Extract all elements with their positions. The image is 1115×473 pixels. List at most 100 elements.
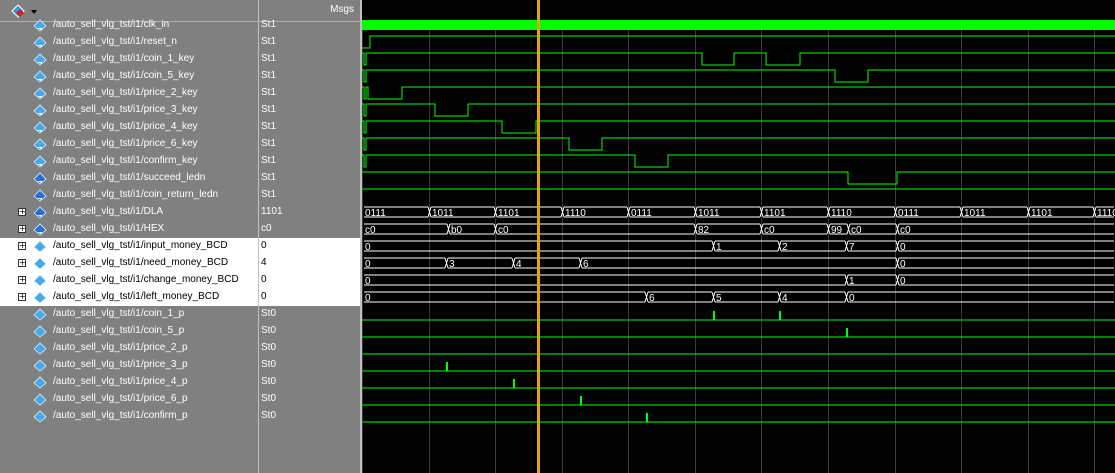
signal-name: /auto_sell_vlg_tst/i1/coin_5_key <box>53 70 195 81</box>
expand-icon[interactable]: + <box>18 259 26 267</box>
signal-row[interactable]: /auto_sell_vlg_tst/i1/coin_1_key <box>0 51 258 68</box>
signal-value: St1 <box>261 36 277 47</box>
waveform-pane[interactable]: 0111 1011 1101 1110 0111 1011 1101 1110 0111 1011… <box>362 0 1115 473</box>
expand-icon[interactable]: + <box>18 208 26 216</box>
signal-row[interactable]: /auto_sell_vlg_tst/i1/coin_5_p <box>0 323 258 340</box>
signal-name: /auto_sell_vlg_tst/i1/DLA <box>53 206 164 217</box>
internal-signal-icon <box>33 325 47 338</box>
signal-row[interactable]: /auto_sell_vlg_tst/i1/coin_1_p <box>0 306 258 323</box>
signal-value-row[interactable]: St0 <box>259 374 360 391</box>
output-signal-icon <box>33 189 47 202</box>
waveform-canvas[interactable]: 0111 1011 1101 1110 0111 1011 1101 1110 0111 1011… <box>362 0 1115 473</box>
signal-row[interactable]: /auto_sell_vlg_tst/i1/price_6_p <box>0 391 258 408</box>
pulse-mark <box>446 362 448 371</box>
expand-icon[interactable]: + <box>18 242 26 250</box>
signal-value-row[interactable]: 0 <box>259 289 360 306</box>
signal-row[interactable]: /auto_sell_vlg_tst/i1/price_4_key <box>0 119 258 136</box>
internal-signal-icon <box>33 274 47 287</box>
signal-row[interactable]: /auto_sell_vlg_tst/i1/coin_5_key <box>0 68 258 85</box>
internal-signal-icon <box>33 291 47 304</box>
expand-icon[interactable]: + <box>18 293 26 301</box>
signal-row[interactable]: /auto_sell_vlg_tst/i1/price_2_p <box>0 340 258 357</box>
signal-row[interactable]: /auto_sell_vlg_tst/i1/confirm_p <box>0 408 258 425</box>
internal-signal-icon <box>33 376 47 389</box>
signal-name: /auto_sell_vlg_tst/i1/coin_5_p <box>53 325 185 336</box>
hex-value-label: 82 <box>698 225 710 236</box>
signal-value-row[interactable]: St0 <box>259 323 360 340</box>
signal-name: /auto_sell_vlg_tst/i1/need_money_BCD <box>53 257 229 268</box>
internal-signal-icon <box>33 410 47 423</box>
signal-value: St1 <box>261 138 277 149</box>
signal-waveform <box>362 103 1115 117</box>
signal-row[interactable]: + /auto_sell_vlg_tst/i1/left_money_BCD <box>0 289 258 306</box>
signal-value-row[interactable]: 0 <box>259 238 360 255</box>
signal-row[interactable]: /auto_sell_vlg_tst/i1/succeed_ledn <box>0 170 258 187</box>
signal-value-row[interactable]: St0 <box>259 391 360 408</box>
signal-waveform <box>362 69 1115 83</box>
internal-signal-icon <box>33 308 47 321</box>
expand-icon[interactable]: + <box>18 276 26 284</box>
signal-value-row[interactable]: St1 <box>259 51 360 68</box>
signal-value-row[interactable]: St0 <box>259 340 360 357</box>
signal-value-row[interactable]: St1 <box>259 187 360 204</box>
pulse-mark <box>513 379 515 388</box>
signal-value-row[interactable]: 1101 <box>259 204 360 221</box>
signal-value-row[interactable]: St1 <box>259 34 360 51</box>
wave-toolbar-icon[interactable] <box>10 4 44 18</box>
signal-value-row[interactable]: St1 <box>259 102 360 119</box>
signal-value-row[interactable]: St1 <box>259 136 360 153</box>
msgs-label: Msgs <box>330 4 354 15</box>
signal-row[interactable]: /auto_sell_vlg_tst/i1/price_4_p <box>0 374 258 391</box>
hex-value-label: c0 <box>498 225 509 236</box>
hex-value-label: c0 <box>764 225 775 236</box>
signal-name: /auto_sell_vlg_tst/i1/left_money_BCD <box>53 291 220 302</box>
signal-name: /auto_sell_vlg_tst/i1/price_4_p <box>53 376 188 387</box>
signal-value-row[interactable]: St1 <box>259 153 360 170</box>
left-money-value-label: 0 <box>365 293 371 304</box>
signal-row[interactable]: /auto_sell_vlg_tst/i1/confirm_key <box>0 153 258 170</box>
internal-signal-icon <box>33 240 47 253</box>
signal-row[interactable]: + /auto_sell_vlg_tst/i1/need_money_BCD <box>0 255 258 272</box>
signal-row[interactable]: + /auto_sell_vlg_tst/i1/HEX <box>0 221 258 238</box>
signal-value-row[interactable]: 4 <box>259 255 360 272</box>
signal-value-row[interactable]: St0 <box>259 408 360 425</box>
signal-name: /auto_sell_vlg_tst/i1/coin_1_p <box>53 308 185 319</box>
signal-row[interactable]: + /auto_sell_vlg_tst/i1/change_money_BCD <box>0 272 258 289</box>
input-signal-icon <box>33 36 47 49</box>
dla-value-label: 1110 <box>1097 208 1115 219</box>
signal-row[interactable]: + /auto_sell_vlg_tst/i1/input_money_BCD <box>0 238 258 255</box>
output-signal-icon <box>33 206 47 219</box>
time-cursor[interactable] <box>537 0 540 473</box>
signal-row[interactable]: /auto_sell_vlg_tst/i1/price_3_p <box>0 357 258 374</box>
signal-name: /auto_sell_vlg_tst/i1/clk_in <box>53 19 170 30</box>
signal-row[interactable]: /auto_sell_vlg_tst/i1/clk_in <box>0 17 258 34</box>
internal-signal-icon <box>33 393 47 406</box>
signal-name: /auto_sell_vlg_tst/i1/succeed_ledn <box>53 172 206 183</box>
signal-row[interactable]: /auto_sell_vlg_tst/i1/price_3_key <box>0 102 258 119</box>
signal-row[interactable]: /auto_sell_vlg_tst/i1/reset_n <box>0 34 258 51</box>
change-money-bus <box>364 274 1114 286</box>
expand-icon[interactable]: + <box>18 225 26 233</box>
signal-values-pane: Msgs St1 St1 St1 St1 St1 St1 St1 St1 St1 St1 St1 11… <box>259 0 360 473</box>
signal-value-row[interactable]: c0 <box>259 221 360 238</box>
signal-name: /auto_sell_vlg_tst/i1/price_3_key <box>53 104 198 115</box>
signal-value-row[interactable]: 0 <box>259 272 360 289</box>
signal-value-row[interactable]: St1 <box>259 68 360 85</box>
signal-row[interactable]: /auto_sell_vlg_tst/i1/price_6_key <box>0 136 258 153</box>
signal-value-row[interactable]: St1 <box>259 170 360 187</box>
signal-row[interactable]: + /auto_sell_vlg_tst/i1/DLA <box>0 204 258 221</box>
signal-row[interactable]: /auto_sell_vlg_tst/i1/price_2_key <box>0 85 258 102</box>
signal-value-row[interactable]: St1 <box>259 85 360 102</box>
need-money-value-label: 0 <box>365 259 371 270</box>
signal-value-row[interactable]: St0 <box>259 357 360 374</box>
left-money-value-label: 0 <box>849 293 855 304</box>
input-signal-icon <box>33 19 47 32</box>
signal-value-row[interactable]: St1 <box>259 17 360 34</box>
dla-value-label: 0111 <box>365 208 386 219</box>
signal-value-row[interactable]: St0 <box>259 306 360 323</box>
signal-value: 1101 <box>261 206 283 217</box>
signal-value: St0 <box>261 376 277 387</box>
signal-value-row[interactable]: St1 <box>259 119 360 136</box>
dla-value-label: 1011 <box>964 208 986 219</box>
signal-row[interactable]: /auto_sell_vlg_tst/i1/coin_return_ledn <box>0 187 258 204</box>
